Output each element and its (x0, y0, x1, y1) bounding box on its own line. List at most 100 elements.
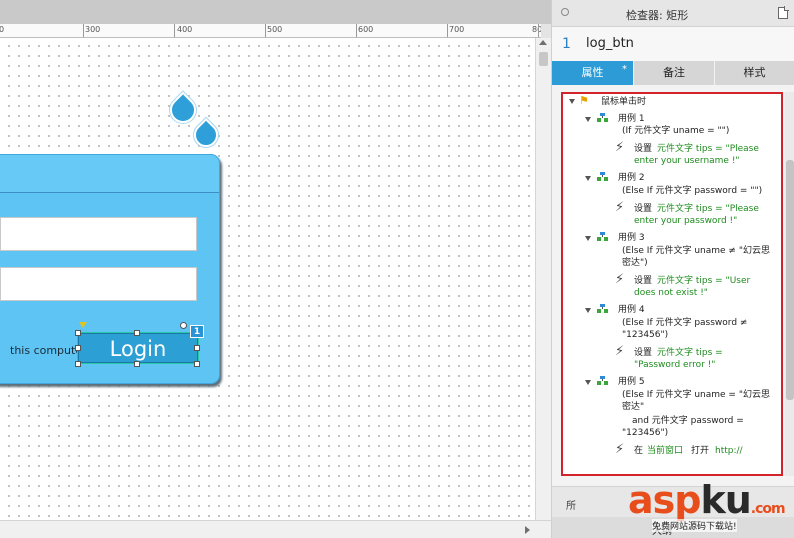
canvas-top-strip (0, 0, 551, 24)
action-verb: 设置 (634, 276, 653, 286)
action-detail[interactable]: 元件文字 tips = (657, 347, 723, 359)
design-canvas[interactable]: this computer Login 1 (0, 38, 535, 520)
water-drop-shape[interactable] (189, 118, 223, 152)
ruler-label: 0 (0, 25, 4, 34)
watermark-brand-b: ku (700, 478, 751, 522)
tab-modified-marker: * (622, 64, 627, 75)
document-icon[interactable] (778, 6, 789, 19)
scroll-thumb[interactable] (786, 160, 794, 400)
tab-notes[interactable]: 备注 (634, 61, 715, 85)
inspector-panel: 检查器: 矩形 1 log_btn 属性 * 备注 样式 ⚑ 鼠标单击时 用例 … (551, 0, 794, 538)
case-condition: and 元件文字 password = (632, 416, 744, 426)
selection-handle[interactable] (75, 330, 81, 336)
inspector-scrollbar[interactable] (785, 92, 794, 476)
action-detail[interactable]: does not exist !" (634, 287, 708, 299)
ruler-tick (447, 24, 448, 37)
action-verb: 设置 (634, 204, 653, 214)
ruler-tick (265, 24, 266, 37)
tab-label: 样式 (743, 66, 766, 79)
action-verb: 打开 (691, 446, 710, 456)
expand-arrow-icon[interactable] (585, 308, 591, 313)
interaction-count-badge: 1 (190, 325, 204, 338)
case-icon (597, 113, 608, 122)
horizontal-ruler: 0 300 400 500 600 700 80 (0, 24, 541, 38)
case-title[interactable]: 用例 2 (618, 172, 645, 184)
expand-arrow-icon[interactable] (585, 176, 591, 181)
lightning-action-icon: ⚡ (615, 442, 625, 457)
pin-icon[interactable] (561, 8, 569, 16)
password-input[interactable] (0, 267, 197, 301)
ruler-tick (356, 24, 357, 37)
inspector-title: 检查器: 矩形 (626, 9, 689, 22)
ruler-label: 400 (177, 25, 193, 34)
action-detail[interactable]: 当前窗口 (647, 445, 683, 457)
bottom-text: 所 (566, 501, 576, 512)
case-condition: (Else If 元件文字 password ≠ (622, 318, 748, 328)
tab-label: 备注 (663, 66, 685, 79)
action-detail[interactable]: enter your password !" (634, 215, 737, 227)
case-title[interactable]: 用例 1 (618, 113, 645, 125)
case-condition: 密达") (622, 258, 648, 268)
username-input[interactable] (0, 217, 197, 251)
action-detail[interactable]: 元件文字 tips = "Please (657, 203, 759, 215)
case-condition: (Else If 元件文字 uname = "幻云思 (622, 390, 770, 400)
widget-name-row: 1 log_btn (552, 27, 794, 61)
case-condition: "123456") (622, 330, 669, 340)
selection-handle[interactable] (134, 330, 140, 336)
scroll-up-arrow-icon[interactable] (539, 40, 547, 45)
ruler-label: 500 (267, 25, 283, 34)
tab-style[interactable]: 样式 (715, 61, 794, 85)
ruler-tick (174, 24, 175, 37)
watermark-brand-c: .com (750, 501, 786, 517)
case-condition: (Else If 元件文字 password = "") (622, 186, 763, 196)
selection-handle[interactable] (134, 361, 140, 367)
case-icon (597, 172, 608, 181)
watermark-brand-a: asp (628, 478, 701, 522)
case-title[interactable]: 用例 5 (618, 376, 645, 388)
login-panel-header (0, 155, 219, 193)
login-button[interactable]: Login (77, 332, 199, 364)
action-detail[interactable]: "Password error !" (634, 359, 715, 371)
canvas-horizontal-scrollbar[interactable] (0, 520, 551, 538)
action-detail[interactable]: enter your username !" (634, 155, 740, 167)
tab-label: 属性 (581, 66, 604, 79)
scroll-right-arrow-icon[interactable] (525, 526, 530, 534)
inspector-titlebar: 检查器: 矩形 (552, 0, 794, 27)
selection-handle[interactable] (75, 345, 81, 351)
watermark-tagline: 免费网站源码下载站! (652, 519, 737, 532)
rotate-handle[interactable] (180, 322, 187, 329)
action-detail[interactable]: 元件文字 tips = "User (657, 275, 750, 287)
expand-arrow-icon[interactable] (585, 380, 591, 385)
lightning-action-icon: ⚡ (615, 140, 625, 155)
action-link[interactable]: http:// (715, 445, 743, 457)
case-icon (597, 376, 608, 385)
ruler-tick (83, 24, 84, 37)
selection-handle[interactable] (75, 361, 81, 367)
expand-arrow-icon[interactable] (585, 236, 591, 241)
mouse-click-icon: ⚑ (579, 94, 589, 107)
ruler-corner (541, 24, 551, 38)
action-verb: 设置 (634, 144, 653, 154)
expand-arrow-icon[interactable] (585, 117, 591, 122)
selection-handle[interactable] (194, 345, 200, 351)
expand-arrow-icon[interactable] (569, 99, 575, 104)
widget-number: 1 (562, 36, 571, 52)
scroll-thumb[interactable] (539, 52, 548, 66)
action-verb: 设置 (634, 348, 653, 358)
event-name[interactable]: 鼠标单击时 (601, 96, 646, 108)
widget-name-field[interactable]: log_btn (586, 36, 634, 51)
case-condition: "123456") (622, 428, 669, 438)
inspector-tabs: 属性 * 备注 样式 (552, 61, 794, 85)
selection-handle[interactable] (194, 361, 200, 367)
canvas-vertical-scrollbar[interactable] (535, 38, 551, 520)
action-verb: 在 (634, 446, 644, 456)
ruler-tick (538, 24, 539, 37)
case-title[interactable]: 用例 3 (618, 232, 645, 244)
action-detail[interactable]: 元件文字 tips = "Please (657, 143, 759, 155)
case-condition: 密达" (622, 402, 645, 412)
tab-properties[interactable]: 属性 * (552, 61, 634, 85)
water-drop-shape[interactable] (164, 91, 202, 129)
case-title[interactable]: 用例 4 (618, 304, 645, 316)
lightning-action-icon: ⚡ (615, 200, 625, 215)
corner-radius-handle[interactable] (79, 322, 87, 328)
